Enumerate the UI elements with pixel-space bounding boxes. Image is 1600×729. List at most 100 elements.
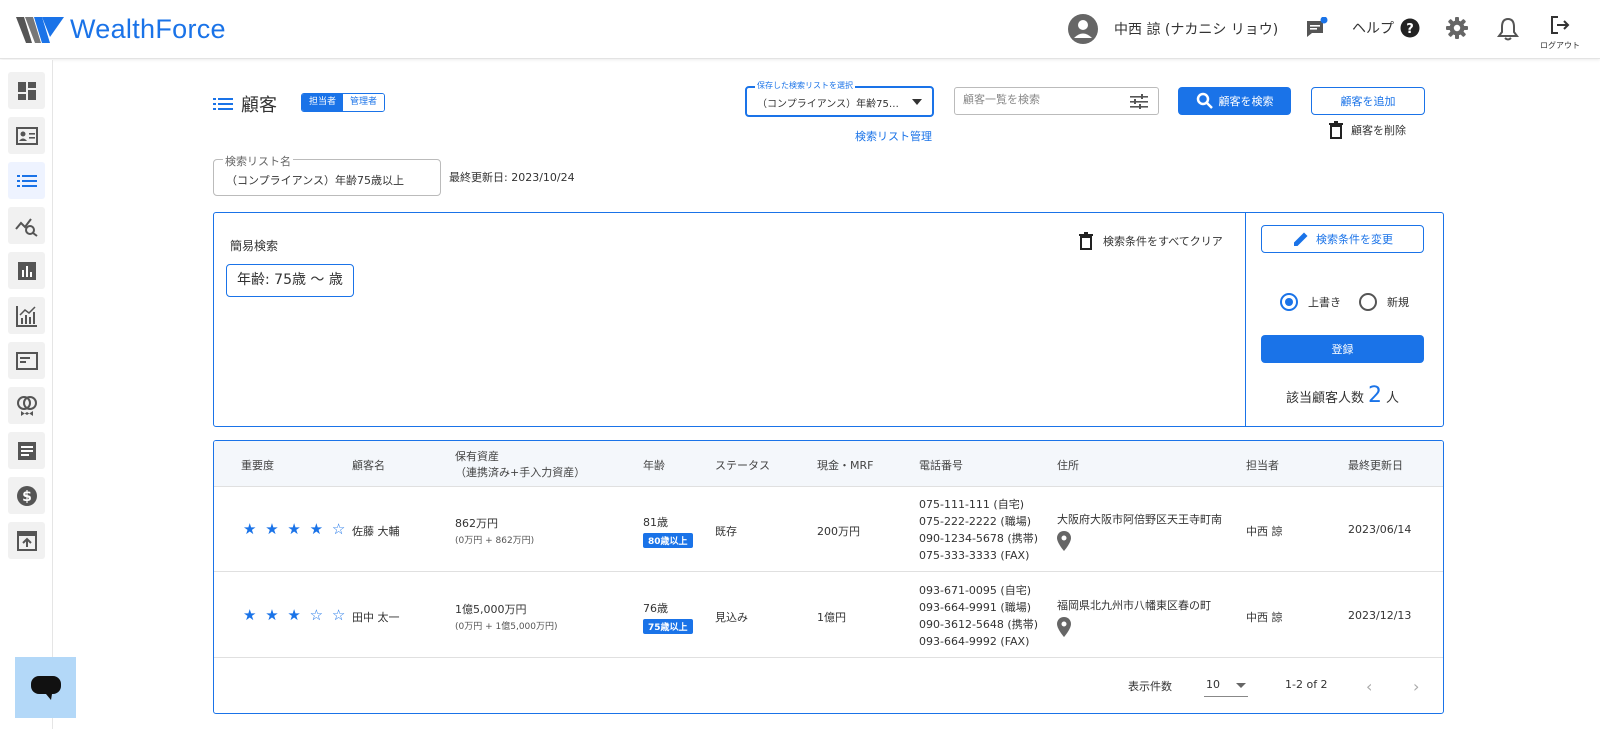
customer-name[interactable]: 佐藤 大輔 (352, 523, 400, 539)
linked-circles-icon (16, 395, 37, 416)
map-pin-icon[interactable] (1057, 617, 1071, 637)
age-badge: 75歳以上 (643, 619, 693, 634)
phone-fax: 075-333-3333 (FAX) (919, 549, 1030, 562)
radio-new[interactable]: 新規 (1359, 293, 1409, 311)
saved-list-select[interactable]: 保存した検索リストを選択 （コンプライアンス）年齢75… (745, 80, 934, 117)
messages-button[interactable] (1304, 16, 1328, 44)
count-value: 2 (1368, 383, 1383, 408)
col-assets[interactable]: 保有資産 （連携済み+手入力資産） (455, 448, 585, 480)
col-status[interactable]: ステータス (715, 457, 770, 473)
phone-mobile: 090-1234-5678 (携帯) (919, 532, 1039, 545)
tab-assignee[interactable]: 担当者 (302, 94, 344, 111)
change-conditions-button[interactable]: 検索条件を変更 (1261, 225, 1424, 253)
manage-lists-link[interactable]: 検索リスト管理 (855, 128, 932, 144)
logout-label: ログアウト (1540, 41, 1580, 50)
dropdown-arrow-icon (912, 99, 922, 105)
page-title: 顧客 (213, 91, 277, 117)
address-text: 大阪府大阪市阿倍野区天王寺町南 (1057, 513, 1222, 526)
cash-value: 1億円 (817, 611, 846, 624)
search-actions-panel: 検索条件を変更 上書き 新規 登録 該当顧客人数 2 人 (1245, 213, 1444, 426)
status-value: 既存 (715, 525, 737, 538)
assets-cell: 862万円 (0万円 + 862万円) (455, 515, 534, 546)
phone-mobile: 090-3612-5648 (携帯) (919, 618, 1039, 631)
pencil-icon (1294, 232, 1308, 246)
quick-search-panel: 簡易検索 検索条件をすべてクリア 年齢: 75歳 〜 歳 検索条件を変更 上書き… (213, 212, 1444, 427)
importance-stars[interactable]: ★ ★ ★ ★ ☆ (243, 520, 347, 538)
note-icon (17, 441, 36, 460)
assets-detail: (0万円 + 862万円) (455, 536, 535, 546)
sidebar-item-performance[interactable] (8, 297, 45, 334)
customer-search-field[interactable] (954, 87, 1159, 115)
assets-total: 862万円 (455, 517, 498, 530)
sidebar-item-profile[interactable] (8, 117, 45, 154)
page-range: 1-2 of 2 (1285, 678, 1328, 691)
add-customer-button[interactable]: 顧客を追加 (1311, 87, 1425, 115)
updated-value: 2023/06/14 (1348, 523, 1412, 536)
notifications-button[interactable] (1497, 17, 1519, 44)
condition-chip-age[interactable]: 年齢: 75歳 〜 歳 (226, 264, 354, 297)
window-icon (15, 351, 38, 370)
settings-button[interactable] (1446, 17, 1468, 42)
radio-overwrite[interactable]: 上書き (1280, 293, 1341, 311)
delete-customer-button[interactable]: 顧客を削除 (1329, 121, 1406, 139)
search-button-label: 顧客を検索 (1218, 95, 1274, 108)
sidebar-item-notes[interactable] (8, 432, 45, 469)
phone-list: 075-111-111 (自宅) 075-222-2222 (職場) 090-1… (919, 496, 1038, 564)
search-customers-button[interactable]: 顧客を検索 (1178, 87, 1291, 115)
sidebar-item-documents[interactable] (8, 342, 45, 379)
growth-chart-icon (15, 305, 37, 327)
table-row[interactable]: ★ ★ ★ ☆ ☆ 田中 太一 1億5,000万円 (0万円 + 1億5,000… (214, 573, 1443, 658)
customer-name[interactable]: 田中 太一 (352, 609, 400, 625)
sidebar-item-analysis[interactable] (8, 207, 45, 244)
count-label: 該当顧客人数 (1286, 391, 1365, 406)
customer-search-input[interactable] (963, 93, 1123, 106)
chat-support-button[interactable] (15, 657, 76, 718)
search-icon (1196, 92, 1213, 109)
svg-text:?: ? (1406, 22, 1414, 37)
app-header: WealthForce 中西 諒 (ナカニシ リョウ) ヘルプ ? ログアウト (0, 0, 1600, 59)
next-page-icon[interactable]: › (1413, 677, 1419, 696)
owner-value: 中西 諒 (1246, 611, 1283, 624)
tab-admin[interactable]: 管理者 (343, 94, 385, 111)
col-phone[interactable]: 電話番号 (919, 457, 963, 473)
owner-value: 中西 諒 (1246, 525, 1283, 538)
help-button[interactable]: ヘルプ ? (1352, 18, 1420, 38)
phone-home: 093-671-0095 (自宅) (919, 584, 1032, 597)
sidebar-item-dashboard[interactable] (8, 72, 45, 109)
phone-home: 075-111-111 (自宅) (919, 498, 1025, 511)
clear-all-conditions-button[interactable]: 検索条件をすべてクリア (1079, 232, 1223, 250)
sidebar-item-customers[interactable] (8, 162, 45, 199)
table-header: 重要度 顧客名 保有資産 （連携済み+手入力資産） 年齢 ステータス 現金・MR… (214, 441, 1443, 487)
rows-per-page-value: 10 (1206, 678, 1220, 691)
col-age[interactable]: 年齢 (643, 457, 665, 473)
col-importance[interactable]: 重要度 (241, 457, 274, 473)
dollar-icon: $ (16, 485, 37, 506)
prev-page-icon[interactable]: ‹ (1366, 677, 1372, 696)
search-list-name-field[interactable]: 検索リスト名 （コンプライアンス）年齢75歳以上 (213, 153, 441, 196)
sidebar-item-export[interactable] (8, 522, 45, 559)
register-label: 登録 (1331, 343, 1354, 356)
rows-per-page-select[interactable]: 10 (1204, 673, 1248, 697)
filter-tune-icon[interactable] (1130, 94, 1148, 110)
col-updated[interactable]: 最終更新日 (1348, 457, 1403, 473)
help-icon: ? (1400, 18, 1420, 38)
brand-logo[interactable]: WealthForce (16, 14, 226, 45)
list-name-label: 検索リスト名 (223, 153, 293, 169)
sidebar-item-reports[interactable] (8, 252, 45, 289)
sidebar-item-family[interactable] (8, 387, 45, 424)
col-address[interactable]: 住所 (1057, 457, 1079, 473)
col-cash[interactable]: 現金・MRF (817, 457, 873, 473)
user-menu[interactable]: 中西 諒 (ナカニシ リョウ) (1068, 14, 1278, 44)
register-button[interactable]: 登録 (1261, 335, 1424, 363)
address-text: 福岡県北九州市八幡東区春の町 (1057, 599, 1211, 612)
logout-button[interactable]: ログアウト (1540, 14, 1580, 51)
map-pin-icon[interactable] (1057, 531, 1071, 551)
sidebar-item-billing[interactable]: $ (8, 477, 45, 514)
importance-stars[interactable]: ★ ★ ★ ☆ ☆ (243, 606, 347, 624)
col-owner[interactable]: 担当者 (1246, 457, 1279, 473)
saved-list-value: （コンプライアンス）年齢75… (757, 99, 899, 110)
table-row[interactable]: ★ ★ ★ ★ ☆ 佐藤 大輔 862万円 (0万円 + 862万円) 81歳 … (214, 487, 1443, 572)
dashboard-icon (17, 81, 36, 100)
col-name[interactable]: 顧客名 (352, 457, 385, 473)
account-icon (1068, 14, 1098, 44)
